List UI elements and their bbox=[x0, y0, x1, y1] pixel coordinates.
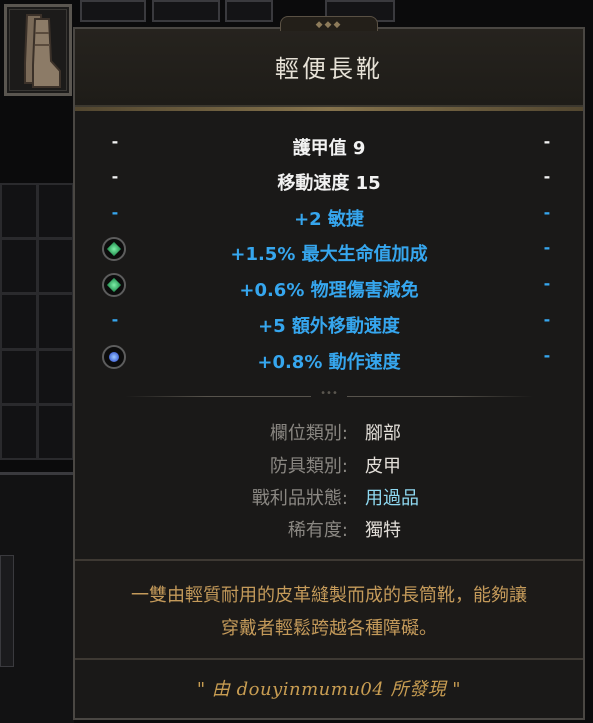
info-label: 稀有度: bbox=[287, 520, 348, 541]
equipped-boots-slot[interactable] bbox=[4, 4, 72, 96]
info-row: 戰利品狀態: 用過品 bbox=[75, 484, 583, 512]
equip-slot-top-3[interactable] bbox=[225, 0, 273, 22]
inventory-cell[interactable] bbox=[38, 185, 72, 238]
stat-dash-right: - bbox=[543, 203, 551, 222]
item-tooltip: ◆◆◆ 輕便長靴 - 護甲值 9- - 移動速度 15- - +2 敏捷 - +1.5% 最大… bbox=[73, 16, 585, 720]
info-row: 防具類別: 皮甲 bbox=[75, 452, 583, 480]
inventory-cell[interactable] bbox=[38, 405, 72, 458]
item-name: 輕便長靴 bbox=[275, 55, 383, 83]
inventory-cell[interactable] bbox=[2, 240, 36, 293]
info-value: 皮甲 bbox=[365, 456, 401, 477]
stat-text: +0.8% 動作速度 bbox=[257, 352, 401, 373]
stat-row: - 移動速度 15 - bbox=[75, 167, 583, 197]
inventory-cell[interactable] bbox=[2, 185, 36, 238]
equip-slot-top-2[interactable] bbox=[152, 0, 220, 22]
boots-icon bbox=[24, 14, 61, 88]
stat-text: 移動速度 15 bbox=[277, 173, 381, 194]
stat-row: - +2 敏捷 - bbox=[75, 203, 583, 233]
stat-dash-right: - bbox=[543, 274, 551, 293]
info-value: 腳部 bbox=[365, 423, 401, 444]
stat-dash-left: - bbox=[111, 203, 119, 222]
description-line: 一雙由輕質耐用的皮革縫製而成的長筒靴，能夠讓 bbox=[131, 585, 527, 606]
stat-text: 護甲值 9 bbox=[292, 138, 366, 159]
inventory-cell[interactable] bbox=[38, 350, 72, 403]
divider-ornament: ••• bbox=[311, 388, 347, 399]
stat-text: +2 敏捷 bbox=[294, 209, 364, 230]
blue-gem-icon bbox=[102, 345, 126, 369]
panel-scroll-handle[interactable] bbox=[0, 555, 14, 667]
inventory-cell[interactable] bbox=[2, 405, 36, 458]
stat-dash-left: - bbox=[111, 310, 119, 329]
inventory-cell[interactable] bbox=[38, 295, 72, 348]
description-line: 穿戴者輕鬆跨越各種障礙。 bbox=[221, 618, 437, 639]
finder-credit: " 由 douyinmumu04 所發現 " bbox=[196, 679, 462, 700]
header-ornament: ◆◆◆ bbox=[280, 16, 378, 31]
stat-dash-left: - bbox=[111, 132, 119, 151]
stat-dash-right: - bbox=[543, 132, 551, 151]
green-gem-icon bbox=[102, 237, 126, 261]
equip-slot-top-1[interactable] bbox=[80, 0, 146, 22]
green-gem-icon bbox=[102, 273, 126, 297]
info-label: 戰利品狀態: bbox=[251, 488, 348, 509]
info-value: 用過品 bbox=[365, 488, 419, 509]
stat-dash-right: - bbox=[543, 310, 551, 329]
inventory-cell[interactable] bbox=[2, 350, 36, 403]
info-value: 獨特 bbox=[365, 520, 401, 541]
info-row: 欄位類別: 腳部 bbox=[75, 419, 583, 447]
info-label: 欄位類別: bbox=[269, 423, 348, 444]
info-row: 稀有度: 獨特 bbox=[75, 516, 583, 544]
stat-text: +0.6% 物理傷害減免 bbox=[239, 280, 419, 301]
stat-row: +0.6% 物理傷害減免 - bbox=[75, 273, 583, 304]
tooltip-header: ◆◆◆ 輕便長靴 bbox=[75, 16, 583, 111]
stat-text: +5 額外移動速度 bbox=[258, 316, 400, 337]
stat-dash-left: - bbox=[111, 167, 119, 186]
info-label: 防具類別: bbox=[269, 456, 348, 477]
stat-row: - +5 額外移動速度 - bbox=[75, 310, 583, 340]
item-description: 一雙由輕質耐用的皮革縫製而成的長筒靴，能夠讓 穿戴者輕鬆跨越各種障礙。 bbox=[75, 559, 583, 660]
stat-row: - 護甲值 9 - bbox=[75, 132, 583, 162]
section-divider: ••• bbox=[125, 388, 533, 399]
stat-dash-right: - bbox=[543, 238, 551, 257]
inventory-cell[interactable] bbox=[2, 295, 36, 348]
inventory-grid bbox=[0, 183, 74, 460]
stat-dash-right: - bbox=[543, 346, 551, 365]
stat-row: +1.5% 最大生命值加成 - bbox=[75, 237, 583, 268]
stat-text: +1.5% 最大生命值加成 bbox=[230, 244, 428, 265]
stat-row: +0.8% 動作速度 - bbox=[75, 345, 583, 376]
inventory-cell[interactable] bbox=[38, 240, 72, 293]
stat-dash-right: - bbox=[543, 167, 551, 186]
stash-panel bbox=[0, 472, 74, 723]
